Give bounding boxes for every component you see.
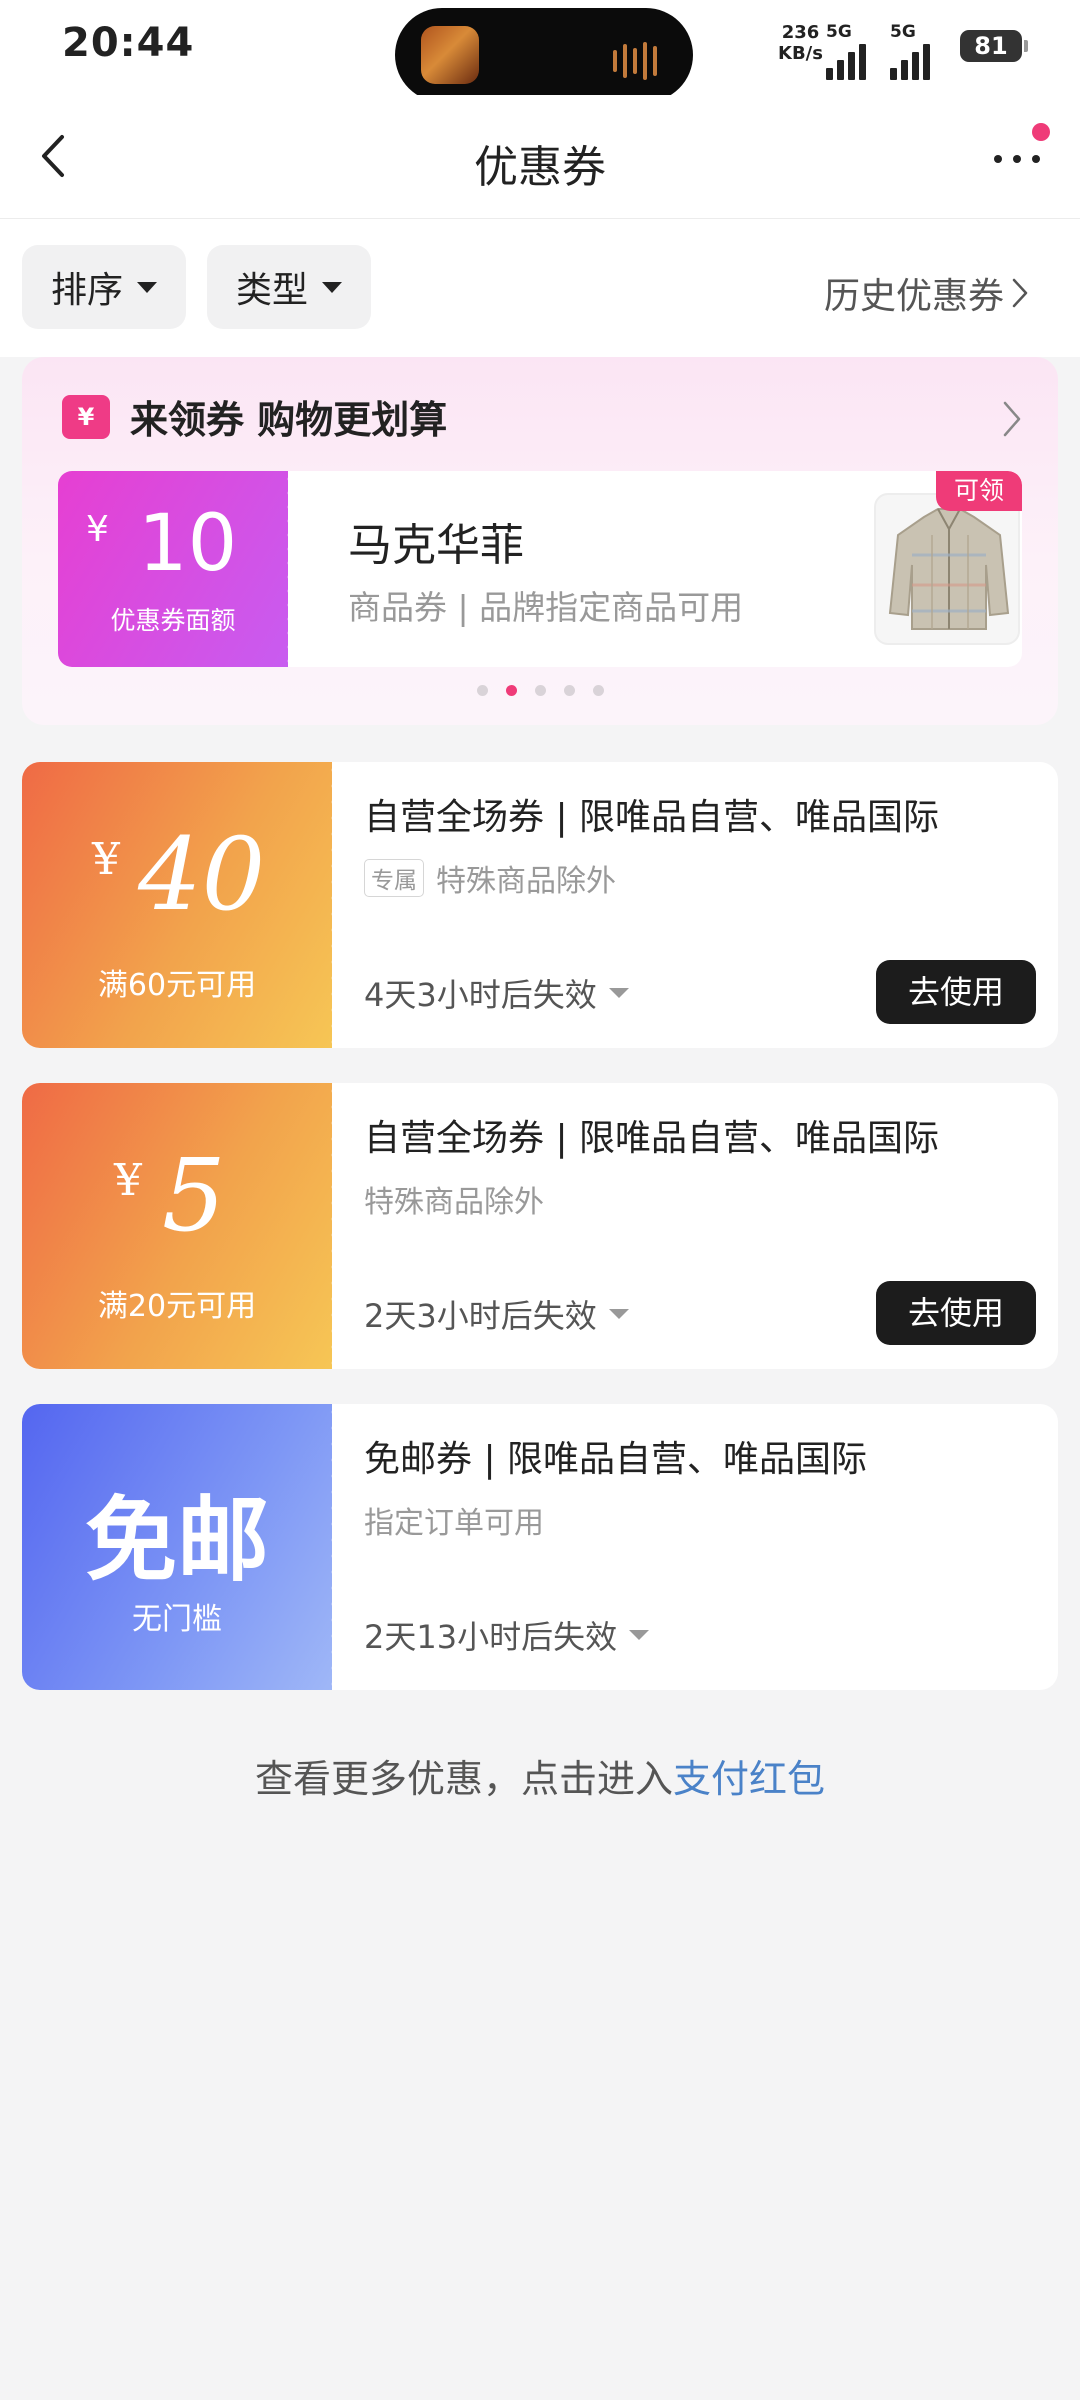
caret-down-icon	[137, 281, 157, 293]
promo-banner[interactable]: ¥ 来领券 购物更划算 ¥ 10 优惠券面额 马克华菲 商品券 | 品牌指定商品…	[22, 357, 1058, 725]
coupon-subtitle-row: 指定订单可用	[364, 1498, 544, 1542]
currency-symbol: ¥	[114, 1155, 142, 1206]
promo-amount-label: 优惠券面额	[110, 606, 236, 635]
coupon-value-panel: ¥ 40 满60元可用	[22, 762, 337, 1048]
payment-red-packet-link[interactable]: 支付红包	[673, 1757, 825, 1801]
promo-header: ¥ 来领券 购物更划算	[62, 389, 447, 444]
coupon-amount: 40	[138, 816, 266, 933]
coupon-amount: 5	[162, 1137, 226, 1254]
coupon-condition: 满60元可用	[97, 968, 257, 1003]
carousel-dot	[476, 685, 488, 696]
carousel-dot	[592, 685, 604, 696]
expiry-text: 2天13小时后失效	[364, 1618, 618, 1656]
carousel-dot	[534, 685, 546, 696]
more-offers-note: 查看更多优惠，点击进入支付红包	[0, 1748, 1080, 1803]
coupon-value-panel: 免邮 无门槛	[22, 1404, 337, 1690]
use-coupon-button[interactable]: 去使用	[876, 960, 1036, 1024]
top-app-bar: 优惠券	[0, 95, 1080, 219]
jacket-thumbnail	[874, 493, 1020, 645]
promo-amount: 10	[138, 499, 238, 589]
coupon-condition: 满20元可用	[97, 1289, 257, 1324]
coupon-card[interactable]: 免邮 无门槛 免邮券 | 限唯品自营、唯品国际 指定订单可用 2天13小时后失效	[22, 1404, 1058, 1690]
status-time: 20:44	[62, 20, 195, 66]
dynamic-island[interactable]	[395, 8, 693, 102]
sort-dropdown[interactable]: 排序	[22, 245, 186, 329]
coupon-condition: 无门槛	[132, 1602, 222, 1637]
filter-bar: 排序 类型 历史优惠券	[0, 219, 1080, 357]
chevron-right-icon[interactable]	[1000, 397, 1024, 441]
coupon-subtitle-row: 特殊商品除外	[364, 1177, 544, 1221]
use-coupon-button[interactable]: 去使用	[876, 1281, 1036, 1345]
coupon-card[interactable]: ¥ 40 满60元可用 自营全场券 | 限唯品自营、唯品国际 专属 特殊商品除外…	[22, 762, 1058, 1048]
status-bar: 20:44 236 KB/s 5G 5G 81	[0, 0, 1080, 102]
history-label: 历史优惠券	[823, 276, 1004, 317]
sim2-label: 5G	[890, 22, 916, 42]
perforation-edge	[327, 1404, 337, 1690]
coupon-subtitle-row: 专属 特殊商品除外	[364, 856, 616, 900]
expiry-text: 2天3小时后失效	[364, 1297, 597, 1335]
perforation-edge	[327, 762, 337, 1048]
claimable-badge: 可领	[936, 471, 1022, 511]
free-shipping-label: 免邮	[84, 1487, 269, 1594]
caret-down-icon	[629, 1630, 650, 1640]
coupon-value-panel: ¥ 5 满20元可用	[22, 1083, 337, 1369]
expiry-toggle[interactable]: 2天3小时后失效	[364, 1291, 629, 1337]
sort-label: 排序	[50, 270, 123, 311]
caret-down-icon	[608, 988, 629, 998]
battery-icon: 81	[960, 30, 1028, 62]
coupon-subtitle: 特殊商品除外	[436, 864, 616, 899]
promo-headline: 来领券 购物更划算	[130, 398, 448, 442]
network-speed: 236 KB/s	[778, 22, 823, 64]
perforation-edge	[327, 1083, 337, 1369]
more-offers-text: 查看更多优惠，点击进入	[254, 1757, 673, 1801]
coupon-subtitle: 特殊商品除外	[364, 1185, 544, 1220]
type-label: 类型	[235, 270, 308, 311]
caret-down-icon	[322, 281, 342, 293]
coupon-subtitle: 指定订单可用	[364, 1506, 544, 1541]
yen-icon: ¥	[62, 394, 110, 439]
carousel-indicator	[22, 685, 1058, 696]
exclusive-tag: 专属	[364, 859, 424, 897]
coupon-title: 免邮券 | 限唯品自营、唯品国际	[364, 1439, 868, 1480]
promo-brand: 马克华菲	[348, 520, 524, 571]
perforation-edge	[284, 471, 292, 667]
currency-symbol: ¥	[92, 834, 120, 885]
expiry-toggle[interactable]: 4天3小时后失效	[364, 970, 629, 1016]
expiry-toggle[interactable]: 2天13小时后失效	[364, 1612, 650, 1658]
promo-coupon-value: ¥ 10 优惠券面额	[58, 471, 292, 667]
type-dropdown[interactable]: 类型	[207, 245, 371, 329]
sim1-label: 5G	[826, 22, 852, 42]
carousel-dot-active	[505, 685, 517, 696]
coupon-title: 自营全场券 | 限唯品自营、唯品国际	[364, 1118, 940, 1159]
promo-description: 商品券 | 品牌指定商品可用	[348, 588, 744, 627]
expiry-text: 4天3小时后失效	[364, 976, 597, 1014]
media-thumbnail	[421, 26, 479, 84]
caret-down-icon	[608, 1309, 629, 1319]
coupon-card[interactable]: ¥ 5 满20元可用 自营全场券 | 限唯品自营、唯品国际 特殊商品除外 2天3…	[22, 1083, 1058, 1369]
currency-symbol: ¥	[86, 509, 109, 550]
chevron-right-icon	[1012, 278, 1028, 308]
page-title: 优惠券	[474, 142, 606, 193]
carousel-dot	[563, 685, 575, 696]
history-coupons-link[interactable]: 历史优惠券	[824, 267, 1030, 319]
network-speed-unit: KB/s	[778, 43, 823, 64]
notification-dot	[1032, 123, 1050, 141]
network-speed-value: 236	[781, 22, 820, 43]
promo-coupon-card[interactable]: ¥ 10 优惠券面额 马克华菲 商品券 | 品牌指定商品可用 可领	[58, 471, 1022, 667]
audio-wave-icon	[613, 42, 657, 80]
coupon-title: 自营全场券 | 限唯品自营、唯品国际	[364, 797, 940, 838]
